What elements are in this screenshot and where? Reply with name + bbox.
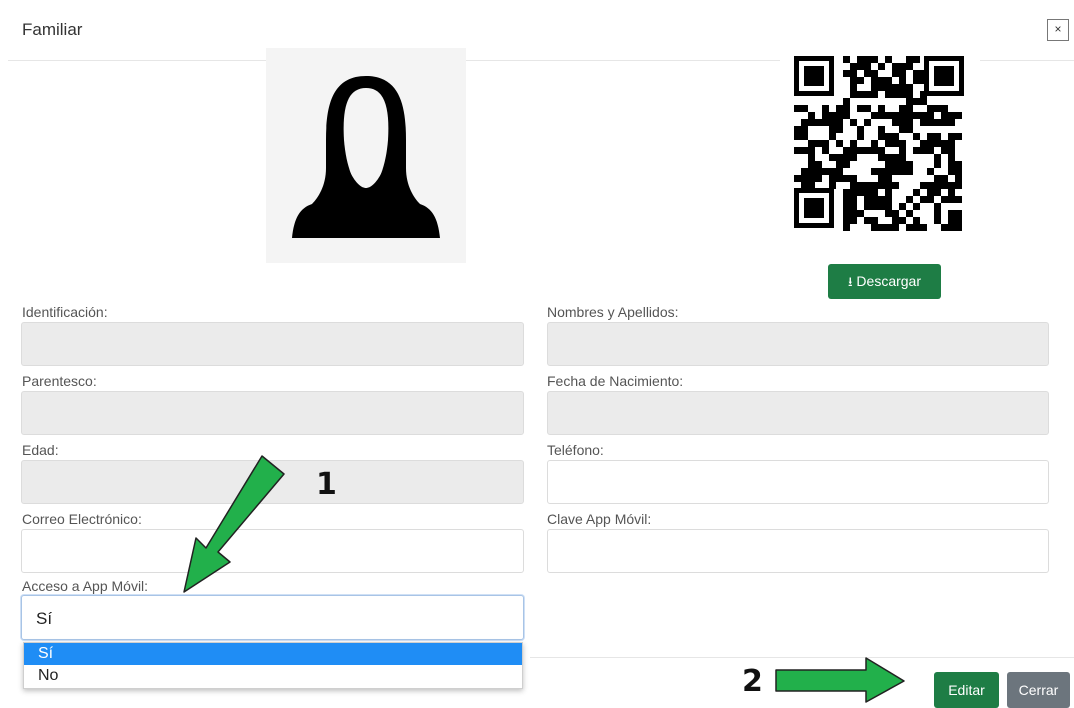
label-identificacion: Identificación: <box>22 304 108 320</box>
parentesco-field[interactable] <box>21 391 524 435</box>
avatar <box>266 48 466 263</box>
annotation-arrow-2 <box>775 657 905 703</box>
label-parentesco: Parentesco: <box>22 373 97 389</box>
label-fecha-nacimiento: Fecha de Nacimiento: <box>547 373 684 389</box>
option-no[interactable]: No <box>24 665 522 687</box>
qr-code <box>780 48 980 263</box>
annotation-arrow-1 <box>183 455 285 593</box>
label-nombres: Nombres y Apellidos: <box>547 304 679 320</box>
identificacion-field[interactable] <box>21 322 524 366</box>
nombres-field[interactable] <box>547 322 1049 366</box>
annotation-number-1: 1 <box>316 467 337 502</box>
download-button[interactable]: ⭳ Descargar <box>828 264 941 299</box>
close-button[interactable]: Cerrar <box>1007 672 1070 708</box>
qr-code-icon <box>794 56 964 231</box>
label-correo: Correo Electrónico: <box>22 511 142 527</box>
option-si[interactable]: Sí <box>24 643 522 665</box>
download-icon: ⭳ <box>847 274 853 289</box>
edit-button[interactable]: Editar <box>934 672 999 708</box>
telefono-field[interactable] <box>547 460 1049 504</box>
clave-field[interactable] <box>547 529 1049 573</box>
download-label: Descargar <box>856 273 922 289</box>
female-user-icon <box>292 76 440 238</box>
label-acceso: Acceso a App Móvil: <box>22 578 149 594</box>
fecha-nacimiento-field[interactable] <box>547 391 1049 435</box>
close-icon[interactable]: × <box>1047 19 1069 41</box>
modal-title: Familiar <box>22 20 83 39</box>
label-telefono: Teléfono: <box>547 442 604 458</box>
annotation-number-2: 2 <box>742 664 763 699</box>
acceso-dropdown: Sí No <box>23 642 523 689</box>
label-clave: Clave App Móvil: <box>547 511 652 527</box>
label-edad: Edad: <box>22 442 59 458</box>
acceso-select[interactable]: Sí <box>21 595 524 640</box>
